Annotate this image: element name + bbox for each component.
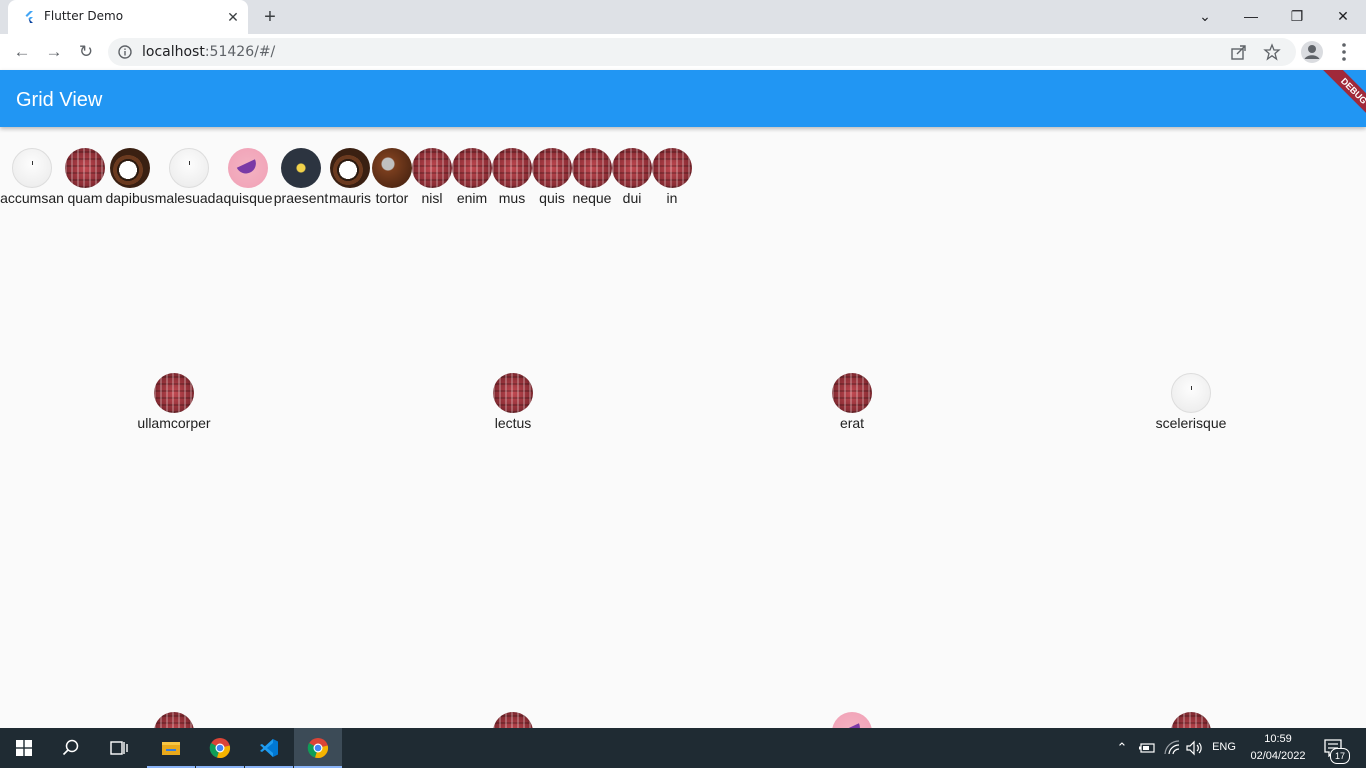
battery-icon[interactable]: [1138, 741, 1156, 755]
item-avatar: [1171, 373, 1211, 413]
input-language[interactable]: ENG: [1208, 741, 1240, 753]
item-avatar: [832, 373, 872, 413]
item-avatar: [169, 148, 209, 188]
vscode-icon: [260, 739, 278, 757]
item-avatar: [493, 712, 533, 728]
grid-item[interactable]: scelerisque: [1156, 373, 1226, 431]
item-avatar: [652, 148, 692, 188]
browser-tabstrip: Flutter Demo ✕ + ⌄ — ❐ ✕: [0, 0, 1366, 34]
flutter-logo-icon: [25, 11, 33, 23]
tab-title: Flutter Demo: [44, 9, 124, 23]
bookmark-star-icon[interactable]: [1263, 43, 1281, 61]
clock-date[interactable]: 02/04/2022: [1246, 750, 1310, 762]
forward-icon[interactable]: →: [42, 40, 66, 64]
browser-toolbar: ← → ↻ localhost:51426/#/: [0, 34, 1366, 70]
chrome-app[interactable]: [196, 728, 244, 768]
info-icon[interactable]: [118, 45, 132, 59]
item-label: in: [666, 190, 678, 206]
chrome-app-active[interactable]: [294, 728, 342, 768]
back-icon[interactable]: ←: [10, 40, 34, 64]
volume-icon[interactable]: [1186, 740, 1204, 756]
tab-search-icon[interactable]: ⌄: [1182, 4, 1228, 28]
minimize-icon[interactable]: —: [1228, 4, 1274, 28]
url-text: localhost:51426/#/: [142, 44, 276, 60]
profile-avatar-icon[interactable]: [1300, 40, 1324, 64]
show-hidden-icons-icon[interactable]: ⌃: [1114, 740, 1130, 756]
item-avatar: [1171, 712, 1211, 728]
os-taskbar: ⌃ ENG 10:59 02/04/2022 17: [0, 728, 1366, 768]
item-avatar: [832, 712, 872, 728]
task-view-icon[interactable]: [110, 739, 128, 757]
item-label: lectus: [494, 415, 532, 431]
vscode-app[interactable]: [245, 728, 293, 768]
folder-icon: [162, 742, 180, 755]
grid-item[interactable]: ullamcorper: [137, 373, 211, 431]
wifi-icon[interactable]: [1164, 740, 1182, 756]
search-icon[interactable]: [62, 739, 80, 757]
new-tab-button[interactable]: +: [258, 6, 282, 28]
share-icon[interactable]: [1230, 43, 1248, 61]
notification-count-badge: 17: [1330, 748, 1350, 764]
item-avatar: [65, 148, 105, 188]
window-close-icon[interactable]: ✕: [1320, 4, 1366, 28]
grid-item[interactable]: [483, 712, 543, 728]
chrome-icon: [209, 738, 231, 758]
grid-item[interactable]: in: [642, 148, 702, 206]
item-label: ullamcorper: [137, 415, 211, 431]
item-avatar: [493, 373, 533, 413]
item-avatar: [154, 373, 194, 413]
item-avatar: [281, 148, 321, 188]
item-label: scelerisque: [1155, 415, 1227, 431]
item-avatar: [110, 148, 150, 188]
grid-item[interactable]: erat: [822, 373, 882, 431]
grid-view[interactable]: accumsan quam dapibus malesuada quisque …: [0, 127, 1366, 728]
browser-tab[interactable]: Flutter Demo ✕: [8, 0, 248, 34]
app-bar: Grid View: [0, 70, 1366, 127]
restore-icon[interactable]: ❐: [1274, 4, 1320, 28]
file-explorer-app[interactable]: [147, 728, 195, 768]
item-label: erat: [839, 415, 865, 431]
address-bar[interactable]: localhost:51426/#/: [108, 38, 1296, 66]
reload-icon[interactable]: ↻: [74, 40, 98, 64]
debug-label: DEBUG: [1319, 70, 1366, 126]
grid-item[interactable]: [822, 712, 882, 728]
item-avatar: [228, 148, 268, 188]
item-avatar: [154, 712, 194, 728]
grid-item[interactable]: lectus: [483, 373, 543, 431]
more-menu-icon[interactable]: [1332, 40, 1356, 64]
close-tab-icon[interactable]: ✕: [224, 8, 242, 26]
chrome-icon: [307, 738, 329, 758]
windows-start-icon[interactable]: [16, 740, 32, 756]
grid-item[interactable]: [1161, 712, 1221, 728]
item-avatar: [12, 148, 52, 188]
page-title: Grid View: [16, 89, 103, 111]
grid-item[interactable]: [144, 712, 204, 728]
debug-banner: DEBUG: [1306, 70, 1366, 130]
clock-time[interactable]: 10:59: [1246, 733, 1310, 745]
